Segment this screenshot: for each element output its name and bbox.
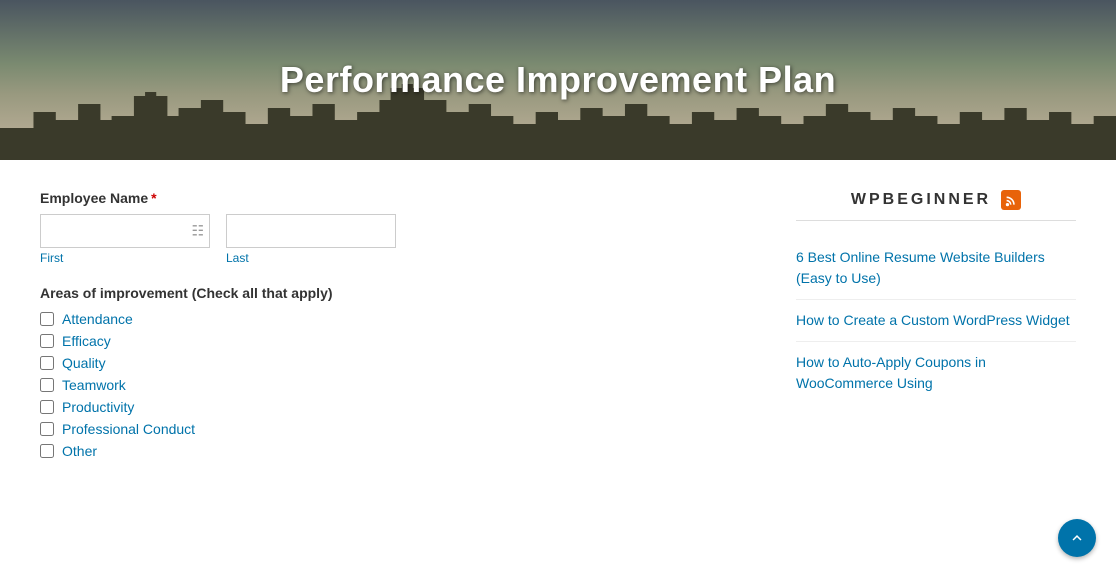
hero-banner: Performance Improvement Plan — [0, 0, 1116, 160]
list-item: Efficacy — [40, 333, 756, 349]
checkbox-attendance[interactable] — [40, 312, 54, 326]
form-section: Employee Name* ☷ First Last Areas of imp… — [40, 190, 756, 465]
last-name-input[interactable] — [226, 214, 396, 248]
sidebar-link-1[interactable]: How to Create a Custom WordPress Widget — [796, 312, 1070, 328]
checkbox-productivity[interactable] — [40, 400, 54, 414]
checkbox-efficacy[interactable] — [40, 334, 54, 348]
checkbox-label-other[interactable]: Other — [62, 443, 97, 459]
checkbox-label-productivity[interactable]: Productivity — [62, 399, 134, 415]
required-marker: * — [151, 190, 156, 206]
scroll-to-top-button[interactable] — [1058, 519, 1096, 557]
list-item: Professional Conduct — [40, 421, 756, 437]
sidebar: WPBEGINNER 6 Best Online Resume Website … — [796, 190, 1076, 465]
main-container: Employee Name* ☷ First Last Areas of imp… — [0, 160, 1116, 495]
sidebar-link-0[interactable]: 6 Best Online Resume Website Builders (E… — [796, 249, 1045, 286]
checkbox-label-quality[interactable]: Quality — [62, 355, 106, 371]
first-name-input[interactable] — [40, 214, 210, 248]
sidebar-links-list: 6 Best Online Resume Website Builders (E… — [796, 237, 1076, 404]
checkbox-label-teamwork[interactable]: Teamwork — [62, 377, 126, 393]
checkbox-professional_conduct[interactable] — [40, 422, 54, 436]
checkbox-other[interactable] — [40, 444, 54, 458]
list-item: Teamwork — [40, 377, 756, 393]
checkbox-label-professional_conduct[interactable]: Professional Conduct — [62, 421, 195, 437]
employee-name-label: Employee Name* — [40, 190, 756, 206]
rss-icon[interactable] — [1001, 190, 1021, 210]
list-item: Quality — [40, 355, 756, 371]
last-name-field-wrap: Last — [226, 214, 396, 265]
list-item: Productivity — [40, 399, 756, 415]
sidebar-link-item: How to Create a Custom WordPress Widget — [796, 300, 1076, 342]
sidebar-link-item: How to Auto-Apply Coupons in WooCommerce… — [796, 342, 1076, 404]
checkbox-teamwork[interactable] — [40, 378, 54, 392]
checkbox-label-attendance[interactable]: Attendance — [62, 311, 133, 327]
first-name-field-wrap: ☷ First — [40, 214, 210, 265]
wpbeginner-header: WPBEGINNER — [796, 190, 1076, 221]
checkbox-label-efficacy[interactable]: Efficacy — [62, 333, 111, 349]
sidebar-link-item: 6 Best Online Resume Website Builders (E… — [796, 237, 1076, 300]
list-item: Attendance — [40, 311, 756, 327]
name-fields-row: ☷ First Last — [40, 214, 756, 265]
checkbox-list: Attendance Efficacy Quality Teamwork Product… — [40, 311, 756, 459]
list-item: Other — [40, 443, 756, 459]
page-title: Performance Improvement Plan — [280, 59, 836, 101]
wpbeginner-title: WPBEGINNER — [851, 191, 991, 209]
sidebar-link-2[interactable]: How to Auto-Apply Coupons in WooCommerce… — [796, 354, 986, 391]
first-name-input-container: ☷ — [40, 214, 210, 248]
last-label: Last — [226, 251, 396, 265]
areas-of-improvement-label: Areas of improvement (Check all that app… — [40, 285, 756, 301]
checkbox-quality[interactable] — [40, 356, 54, 370]
first-label: First — [40, 251, 210, 265]
chevron-up-icon — [1068, 529, 1086, 547]
